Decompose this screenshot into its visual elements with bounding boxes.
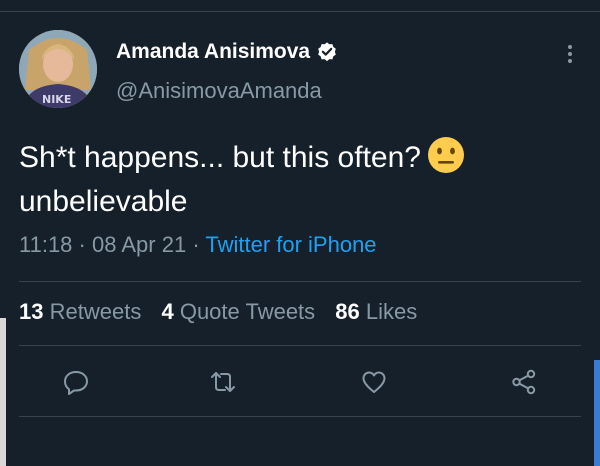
likes-count: 86 (335, 299, 360, 324)
tweet-text: Sh*t happens... but this often? unbeliev… (19, 136, 579, 224)
tweet-time: 11:18 (19, 232, 73, 257)
more-icon (568, 45, 572, 63)
author-name-row[interactable]: Amanda Anisimova (116, 40, 338, 64)
quote-tweets-label: Quote Tweets (179, 299, 316, 324)
reply-icon (64, 371, 88, 395)
avatar-shirt-text: NIKE (42, 93, 71, 106)
meta-separator: · (192, 232, 200, 257)
tweet-text-line2: unbelievable (19, 185, 188, 218)
neutral-face-emoji-icon (427, 137, 464, 173)
reply-button[interactable] (58, 364, 94, 400)
retweets-stat[interactable]: 13 Retweets (19, 299, 141, 324)
divider (19, 416, 581, 417)
like-button[interactable] (356, 364, 392, 400)
tweet-detail-screen: NIKE Amanda Anisimova @AnisimovaAmanda S… (0, 0, 600, 466)
meta-separator: · (78, 232, 86, 257)
tweet-date: 08 Apr 21 (92, 232, 187, 257)
avatar[interactable]: NIKE (19, 30, 97, 108)
quote-tweets-count: 4 (161, 299, 174, 324)
tweet-stats: 13 Retweets 4 Quote Tweets 86 Likes (19, 299, 431, 325)
retweet-icon (211, 372, 235, 392)
tweet-actions (0, 364, 600, 400)
more-button[interactable] (558, 42, 582, 66)
divider (19, 281, 581, 282)
handle[interactable]: @AnisimovaAmanda (116, 78, 322, 104)
divider (19, 345, 581, 346)
likes-label: Likes (365, 299, 418, 324)
display-name[interactable]: Amanda Anisimova (116, 40, 310, 64)
avatar-image: NIKE (19, 30, 97, 108)
likes-stat[interactable]: 86 Likes (335, 299, 417, 324)
retweets-count: 13 (19, 299, 44, 324)
tweet-text-line1: Sh*t happens... but this often? (19, 141, 421, 174)
like-icon (362, 371, 386, 393)
tweet-meta: 11:18 · 08 Apr 21 · Twitter for iPhone (19, 232, 377, 258)
top-divider (0, 11, 600, 12)
retweet-button[interactable] (205, 364, 241, 400)
retweets-label: Retweets (49, 299, 142, 324)
quote-tweets-stat[interactable]: 4 Quote Tweets (161, 299, 315, 324)
share-button[interactable] (506, 364, 542, 400)
tweet-source-link[interactable]: Twitter for iPhone (205, 232, 376, 257)
verified-icon (318, 42, 336, 62)
share-icon (512, 369, 536, 395)
